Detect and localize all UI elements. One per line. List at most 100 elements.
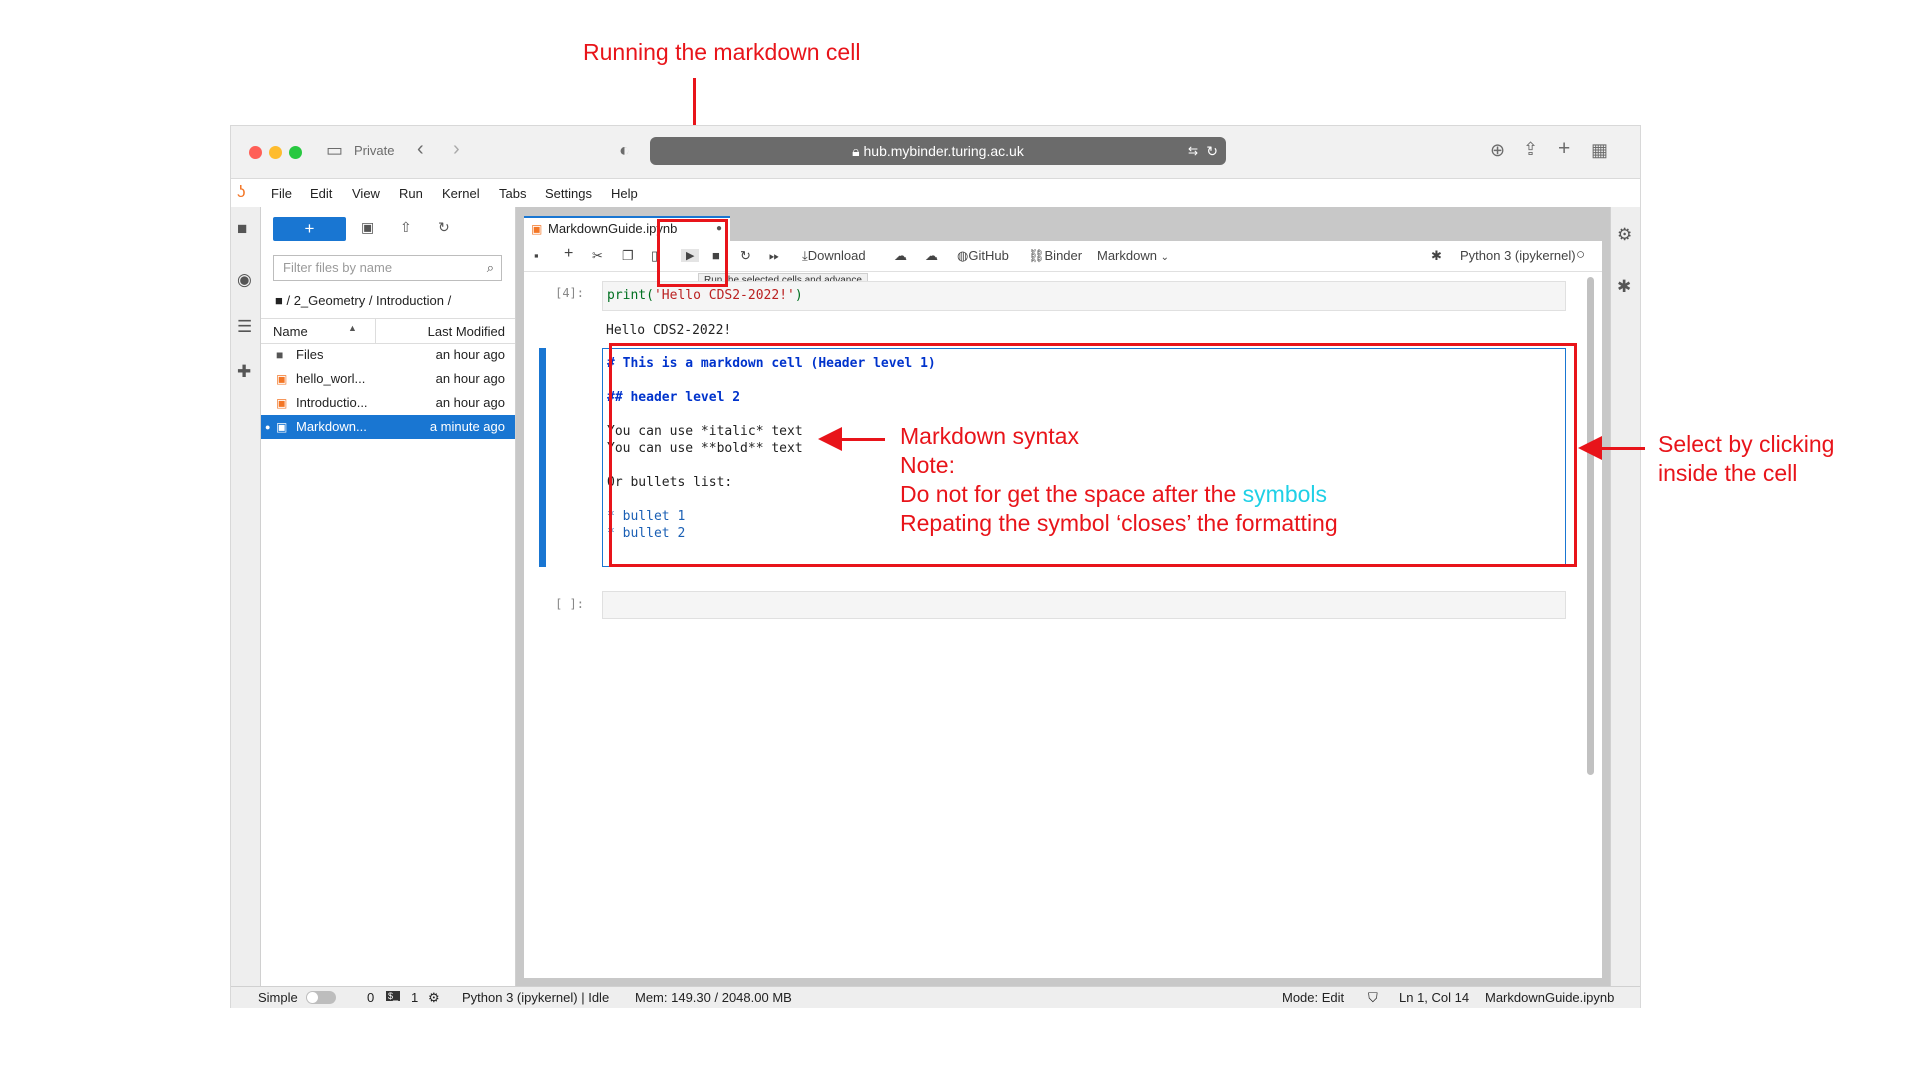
annotation-select-line1: Select by clicking	[1658, 431, 1835, 457]
save-icon[interactable]: ▪	[534, 248, 539, 263]
trusted-shield-icon[interactable]: ⛉	[1368, 990, 1378, 1006]
jupyter-menubar: ʖ File Edit View Run Kernel Tabs Setting…	[231, 179, 1640, 207]
url-text: hub.mybinder.turing.ac.uk	[863, 143, 1024, 159]
menu-kernel[interactable]: Kernel	[442, 186, 480, 201]
folder-icon[interactable]: ■	[237, 219, 247, 239]
file-row-markdown-guide[interactable]: ● ▣ Markdown... a minute ago	[261, 415, 515, 439]
file-modified: an hour ago	[435, 371, 505, 386]
notebook-icon: ▣	[276, 396, 288, 410]
running-kernels-icon[interactable]: ◉	[237, 270, 252, 290]
empty-code-cell[interactable]	[602, 591, 1566, 619]
private-label: Private	[354, 143, 395, 158]
code-token-fn: print(	[607, 288, 654, 303]
file-list-header: Name ▲ Last Modified	[261, 318, 515, 344]
translate-icon[interactable]: ⇆	[1188, 137, 1198, 165]
shield-icon[interactable]: ◐	[619, 140, 630, 161]
file-browser: + ▣ ⇧ ↻ Filter files by name ⌕ ■ / 2_Geo…	[261, 207, 516, 986]
copy-icon[interactable]: ❐	[622, 248, 634, 264]
kernel-name[interactable]: Python 3 (ipykernel)	[1460, 248, 1576, 263]
editor-mode: Mode: Edit	[1282, 990, 1345, 1005]
link-icon: ⛓	[1028, 248, 1045, 263]
upload-icon[interactable]: ⇧	[400, 219, 412, 236]
cell-type-select[interactable]: Markdown ⌄	[1097, 248, 1169, 263]
menu-run[interactable]: Run	[399, 186, 423, 201]
active-cell-indicator[interactable]	[539, 348, 546, 567]
annotation-select-arrow	[1600, 447, 1645, 450]
new-folder-icon[interactable]: ▣	[361, 219, 374, 236]
github-button[interactable]: ◍GitHub	[957, 248, 1009, 264]
kernel-status-gear-icon[interactable]: ⚙	[428, 990, 440, 1006]
new-launcher-button[interactable]: +	[273, 217, 346, 241]
notebook-scrollbar[interactable]	[1587, 277, 1594, 775]
annotation-arrowhead-left	[818, 427, 842, 451]
extensions-icon[interactable]: ✚	[237, 362, 251, 382]
code-cell-input[interactable]: print('Hello CDS2-2022!')	[602, 281, 1566, 311]
menu-edit[interactable]: Edit	[310, 186, 332, 201]
binder-label: Binder	[1044, 248, 1083, 263]
browser-titlebar: ▭ Private ‹ › ◐ 🔒︎ hub.mybinder.turing.a…	[231, 126, 1640, 179]
annotation-syntax-title: Markdown syntax	[900, 423, 1079, 449]
column-modified-header[interactable]: Last Modified	[428, 324, 505, 339]
property-inspector-icon[interactable]: ⚙	[1617, 225, 1632, 245]
cursor-position[interactable]: Ln 1, Col 14	[1399, 990, 1469, 1005]
menu-settings[interactable]: Settings	[545, 186, 592, 201]
debugger-icon[interactable]: ✱	[1431, 248, 1442, 264]
running-dot-icon: ●	[265, 422, 271, 432]
binder-button[interactable]: ⛓Binder	[1028, 248, 1082, 264]
lock-icon: 🔒︎	[852, 143, 864, 159]
maximize-window-button[interactable]	[289, 146, 302, 159]
insert-cell-icon[interactable]: +	[564, 245, 573, 263]
file-row-introduction[interactable]: ▣ Introductio... an hour ago	[261, 391, 515, 415]
file-modified: an hour ago	[435, 347, 505, 362]
debugger-icon[interactable]: ✱	[1617, 277, 1631, 297]
breadcrumb-folder-icon: ■	[275, 293, 287, 308]
menu-file[interactable]: File	[271, 186, 292, 201]
github-label: GitHub	[968, 248, 1009, 263]
file-modified: an hour ago	[435, 395, 505, 410]
address-bar[interactable]: 🔒︎ hub.mybinder.turing.ac.uk ⇆ ↻	[650, 137, 1226, 165]
status-filename: MarkdownGuide.ipynb	[1485, 990, 1615, 1005]
refresh-icon[interactable]: ↻	[438, 219, 450, 236]
file-row-hello-world[interactable]: ▣ hello_worl... an hour ago	[261, 367, 515, 391]
cloud-download-icon[interactable]: ☁	[894, 248, 907, 264]
restart-icon[interactable]: ↻	[740, 248, 751, 264]
annotation-select-arrowhead	[1578, 436, 1602, 460]
file-row-files[interactable]: ■ Files an hour ago	[261, 343, 515, 367]
reload-icon[interactable]: ↻	[1206, 137, 1218, 165]
annotation-running-markdown: Running the markdown cell	[583, 39, 861, 65]
filter-files-input[interactable]: Filter files by name ⌕	[273, 255, 502, 281]
restart-run-all-icon[interactable]: ⏩︎	[769, 248, 779, 264]
table-of-contents-icon[interactable]: ☰	[237, 317, 252, 337]
chevron-down-icon: ⌄	[1160, 252, 1169, 263]
kernel-state[interactable]: Python 3 (ipykernel) | Idle	[462, 990, 609, 1005]
code-cell-output: Hello CDS2-2022!	[606, 323, 732, 338]
menu-view[interactable]: View	[352, 186, 380, 201]
menu-tabs[interactable]: Tabs	[499, 186, 526, 201]
back-icon[interactable]: ‹	[417, 138, 424, 161]
close-window-button[interactable]	[249, 146, 262, 159]
memory-usage: Mem: 149.30 / 2048.00 MB	[635, 990, 792, 1005]
left-sidebar-rail: ■ ◉ ☰ ✚	[231, 207, 261, 986]
tab-overview-icon[interactable]: ▦	[1591, 140, 1608, 161]
file-name: Files	[296, 347, 324, 362]
menu-help[interactable]: Help	[611, 186, 638, 201]
download-button[interactable]: ⤓Download	[802, 248, 866, 264]
minimize-window-button[interactable]	[269, 146, 282, 159]
file-name: Introductio...	[296, 395, 368, 410]
download-icon[interactable]: ⊕	[1490, 140, 1505, 161]
forward-icon[interactable]: ›	[453, 138, 460, 161]
breadcrumb[interactable]: ■ / 2_Geometry / Introduction /	[275, 293, 451, 308]
annotation-space-note: Do not for get the space after the symbo…	[900, 480, 1338, 509]
kernel-count: 1	[411, 990, 419, 1005]
column-name-header[interactable]: Name	[273, 324, 308, 339]
annotation-space-note-text: Do not for get the space after the	[900, 481, 1243, 507]
simple-mode-toggle[interactable]	[306, 991, 336, 1004]
filter-placeholder: Filter files by name	[283, 260, 393, 275]
sidebar-toggle-icon[interactable]: ▭	[326, 140, 343, 161]
new-tab-icon[interactable]: +	[1558, 137, 1570, 161]
share-icon[interactable]: ⇪	[1523, 139, 1538, 160]
cut-icon[interactable]: ✂	[592, 248, 603, 264]
sort-ascending-icon[interactable]: ▲	[348, 323, 357, 333]
cloud-upload-icon[interactable]: ☁	[925, 248, 938, 264]
terminal-icon[interactable]: $_	[386, 991, 401, 1001]
